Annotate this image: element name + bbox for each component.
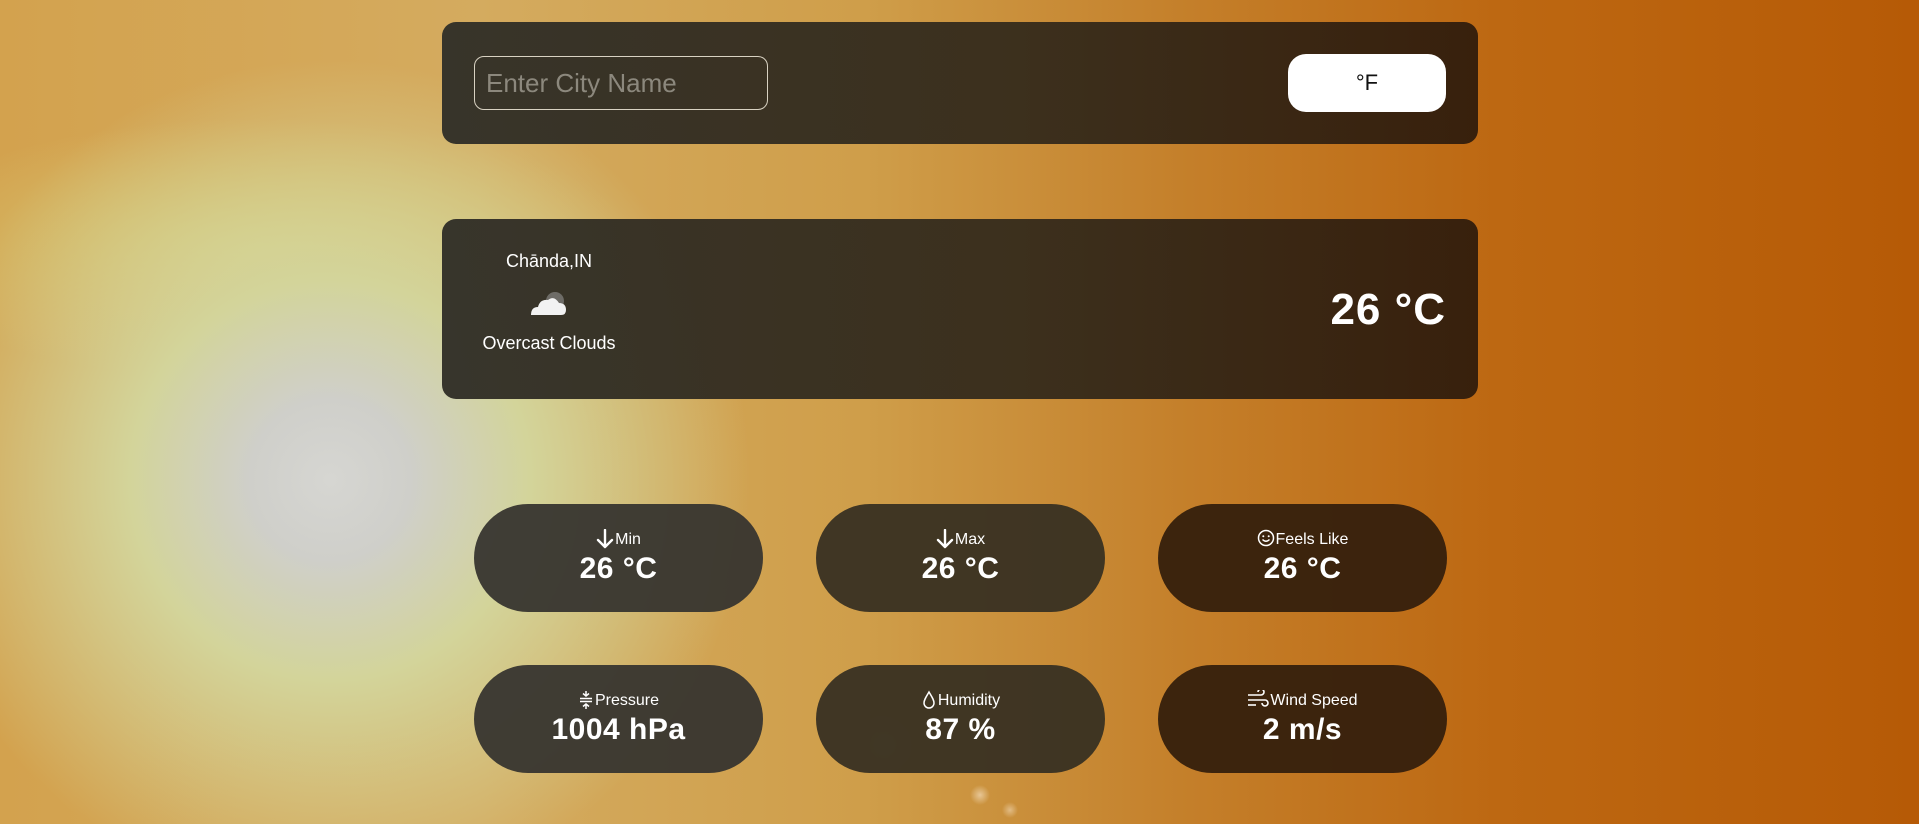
current-temperature: 26 °C (1330, 285, 1446, 334)
smiley-icon (1257, 529, 1274, 546)
feels-like-card: Feels Like 26 °C (1158, 504, 1447, 612)
max-temp-value: 26 °C (921, 551, 1000, 585)
city-name: Chānda,IN (505, 251, 593, 271)
search-panel: °F (442, 22, 1478, 144)
pressure-value: 1004 hPa (551, 712, 686, 746)
weather-condition: Overcast Clouds (482, 333, 616, 353)
min-temp-card: Min 26 °C (474, 504, 763, 612)
wind-icon (1248, 689, 1270, 707)
arrow-down-icon (596, 528, 614, 548)
location-block: Chānda,IN Overcast Clouds (474, 249, 624, 355)
current-weather-panel: Chānda,IN Overcast Clouds 26 °C (442, 219, 1478, 399)
cloud-icon (531, 292, 566, 315)
pressure-icon (579, 690, 592, 709)
city-search-input[interactable] (474, 56, 768, 110)
wind-speed-label: Wind Speed (1270, 691, 1358, 709)
droplet-icon (923, 690, 935, 709)
humidity-value: 87 % (925, 712, 996, 746)
wind-speed-card: Wind Speed 2 m/s (1158, 665, 1447, 773)
min-temp-value: 26 °C (579, 551, 658, 585)
feels-like-value: 26 °C (1263, 551, 1342, 585)
arrow-down-icon (936, 528, 954, 548)
humidity-label: Humidity (937, 691, 1001, 709)
max-temp-label: Max (954, 530, 986, 548)
min-temp-label: Min (615, 530, 641, 548)
unit-toggle-button[interactable]: °F (1288, 54, 1446, 112)
humidity-card: Humidity 87 % (816, 665, 1105, 773)
pressure-label: Pressure (594, 691, 660, 709)
feels-like-label: Feels Like (1275, 530, 1349, 548)
wind-speed-value: 2 m/s (1262, 712, 1343, 746)
pressure-card: Pressure 1004 hPa (474, 665, 763, 773)
max-temp-card: Max 26 °C (816, 504, 1105, 612)
